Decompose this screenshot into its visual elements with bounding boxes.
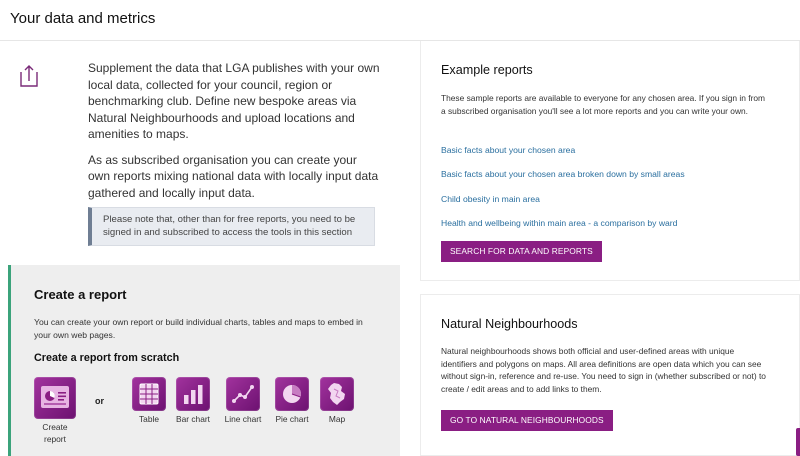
upload-icon [20, 65, 38, 87]
example-link-child-obesity[interactable]: Child obesity in main area [441, 194, 540, 204]
or-label: or [95, 396, 104, 406]
intro-paragraph-2: As as subscribed organisation you can cr… [88, 152, 379, 200]
natural-neighbourhoods-description: Natural neighbourhoods shows both offici… [441, 346, 766, 394]
table-icon [132, 377, 166, 411]
intro-paragraph-1: Supplement the data that LGA publishes w… [88, 61, 380, 141]
map-tool[interactable]: Map [317, 377, 357, 425]
example-reports-card: Example reports These sample reports are… [420, 41, 800, 281]
create-from-scratch-title: Create a report from scratch [34, 352, 180, 364]
subscription-notice: Please note that, other than for free re… [88, 207, 375, 246]
create-report-description: You can create your own report or build … [34, 317, 363, 340]
map-icon [320, 377, 354, 411]
search-data-reports-button[interactable]: SEARCH FOR DATA AND REPORTS [441, 241, 602, 262]
bar-chart-label: Bar chart [176, 414, 210, 424]
line-chart-icon [226, 377, 260, 411]
natural-neighbourhoods-card: Natural Neighbourhoods Natural neighbour… [420, 294, 800, 456]
natural-neighbourhoods-title: Natural Neighbourhoods [441, 317, 578, 331]
create-report-title: Create a report [34, 287, 127, 302]
example-link-health-wellbeing[interactable]: Health and wellbeing within main area - … [441, 218, 677, 228]
intro-text: Supplement the data that LGA publishes w… [88, 60, 380, 210]
scroll-handle[interactable] [796, 428, 800, 456]
example-reports-description: These sample reports are available to ev… [441, 93, 766, 116]
line-chart-label: Line chart [224, 414, 262, 424]
table-tool[interactable]: Table [129, 377, 169, 425]
go-natural-neighbourhoods-button[interactable]: GO TO NATURAL NEIGHBOURHOODS [441, 410, 613, 431]
create-report-tool[interactable]: Create report [34, 377, 76, 445]
line-chart-tool[interactable]: Line chart [219, 377, 267, 425]
pie-chart-label: Pie chart [275, 414, 309, 424]
example-reports-title: Example reports [441, 63, 533, 77]
report-icon [34, 377, 76, 419]
example-link-basic-facts[interactable]: Basic facts about your chosen area [441, 145, 575, 155]
pie-chart-icon [275, 377, 309, 411]
create-report-panel: Create a report You can create your own … [8, 265, 400, 456]
bar-chart-tool[interactable]: Bar chart [171, 377, 215, 425]
intro-section: Supplement the data that LGA publishes w… [8, 41, 400, 265]
create-report-label: Create report [42, 422, 68, 444]
example-link-small-areas[interactable]: Basic facts about your chosen area broke… [441, 169, 685, 179]
pie-chart-tool[interactable]: Pie chart [270, 377, 314, 425]
page-title: Your data and metrics [10, 10, 156, 27]
table-label: Table [138, 414, 160, 424]
bar-chart-icon [176, 377, 210, 411]
map-label: Map [328, 414, 346, 424]
